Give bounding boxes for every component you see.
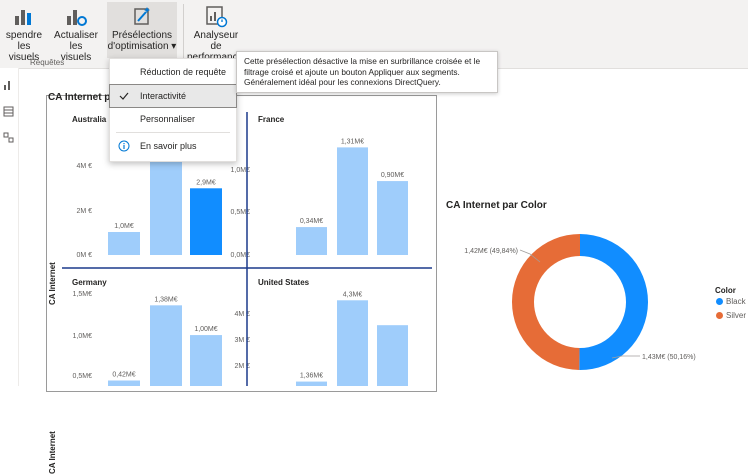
y-tick-label-2-0: 0,5M€ [73,373,93,380]
menu-item-customize[interactable]: Personnaliser [110,108,236,130]
data-label-3-0: 1,36M€ [300,373,323,380]
bar-2-0 [108,380,140,386]
bar-3-1 [337,300,368,386]
bar-0-0 [108,232,140,255]
data-label-1-1: 1,31M€ [341,138,364,145]
y-tick-label-3-1: 3M € [234,337,250,344]
menu-item-interactivity-label: Interactivité [140,91,187,101]
info-icon [118,140,130,152]
menu-divider [116,132,230,133]
y-tick-label-2-2: 1,5M€ [73,291,93,298]
checkmark-icon [119,92,129,100]
data-label-0-2: 2,9M€ [196,179,216,186]
bar-1-2 [377,181,408,255]
donut-label-black: 1,43M€ (50,16%) [642,354,696,361]
data-label-2-1: 1,38M€ [154,296,177,303]
y-tick-label-0-1: 2M € [76,208,92,215]
data-label-1-2: 0,90M€ [381,172,404,179]
legend-item-black[interactable]: Black [716,297,746,306]
data-label-1-0: 0,34M€ [300,218,323,225]
preset-tooltip: Cette présélection désactive la mise en … [236,51,498,93]
y-axis-title-bottom: CA Internet [48,431,57,474]
legend-dot-black [716,298,723,305]
menu-item-learn-more-label: En savoir plus [140,141,197,151]
bar-0-2 [190,188,222,255]
donut-slice-silver [511,234,580,370]
legend-title: Color [715,286,736,295]
bar-1-0 [296,227,327,255]
panel-title-1: France [258,115,285,124]
bar-2-2 [190,335,222,386]
panel-title-0: Australia [72,115,107,124]
bar-3-0 [296,381,327,386]
y-tick-label-3-0: 2M € [234,363,250,370]
y-tick-label-2-1: 1,0M€ [73,333,93,340]
y-tick-label-0-2: 4M € [76,163,92,170]
panel-title-3: United States [258,278,310,287]
panel-title-2: Germany [72,278,107,287]
data-label-0-0: 1,0M€ [114,223,134,230]
menu-item-interactivity[interactable]: Interactivité [109,84,237,108]
menu-item-query-reduction[interactable]: Réduction de requête [110,61,236,83]
data-label-2-0: 0,42M€ [112,372,135,379]
legend-item-silver[interactable]: Silver [716,311,746,320]
menu-item-learn-more[interactable]: En savoir plus [110,135,236,157]
data-label-3-1: 4,3M€ [343,291,363,298]
legend-dot-silver [716,312,723,319]
bar-3-2 [377,325,408,386]
donut-title: CA Internet par Color [446,200,547,211]
bar-2-1 [150,305,182,386]
y-tick-label-0-0: 0M € [76,252,92,259]
bar-1-1 [337,147,368,255]
donut-label-silver: 1,42M€ (49,84%) [464,248,518,255]
data-label-2-2: 1,00M€ [194,326,217,333]
menu-item-customize-label: Personnaliser [140,114,196,124]
donut-slice-black [579,234,648,370]
optimization-presets-menu: Réduction de requête Interactivité Perso… [109,58,237,162]
y-tick-label-3-2: 4M € [234,311,250,318]
legend-label-silver: Silver [726,311,747,320]
menu-item-query-reduction-label: Réduction de requête [140,67,227,77]
legend-label-black: Black [726,297,746,306]
